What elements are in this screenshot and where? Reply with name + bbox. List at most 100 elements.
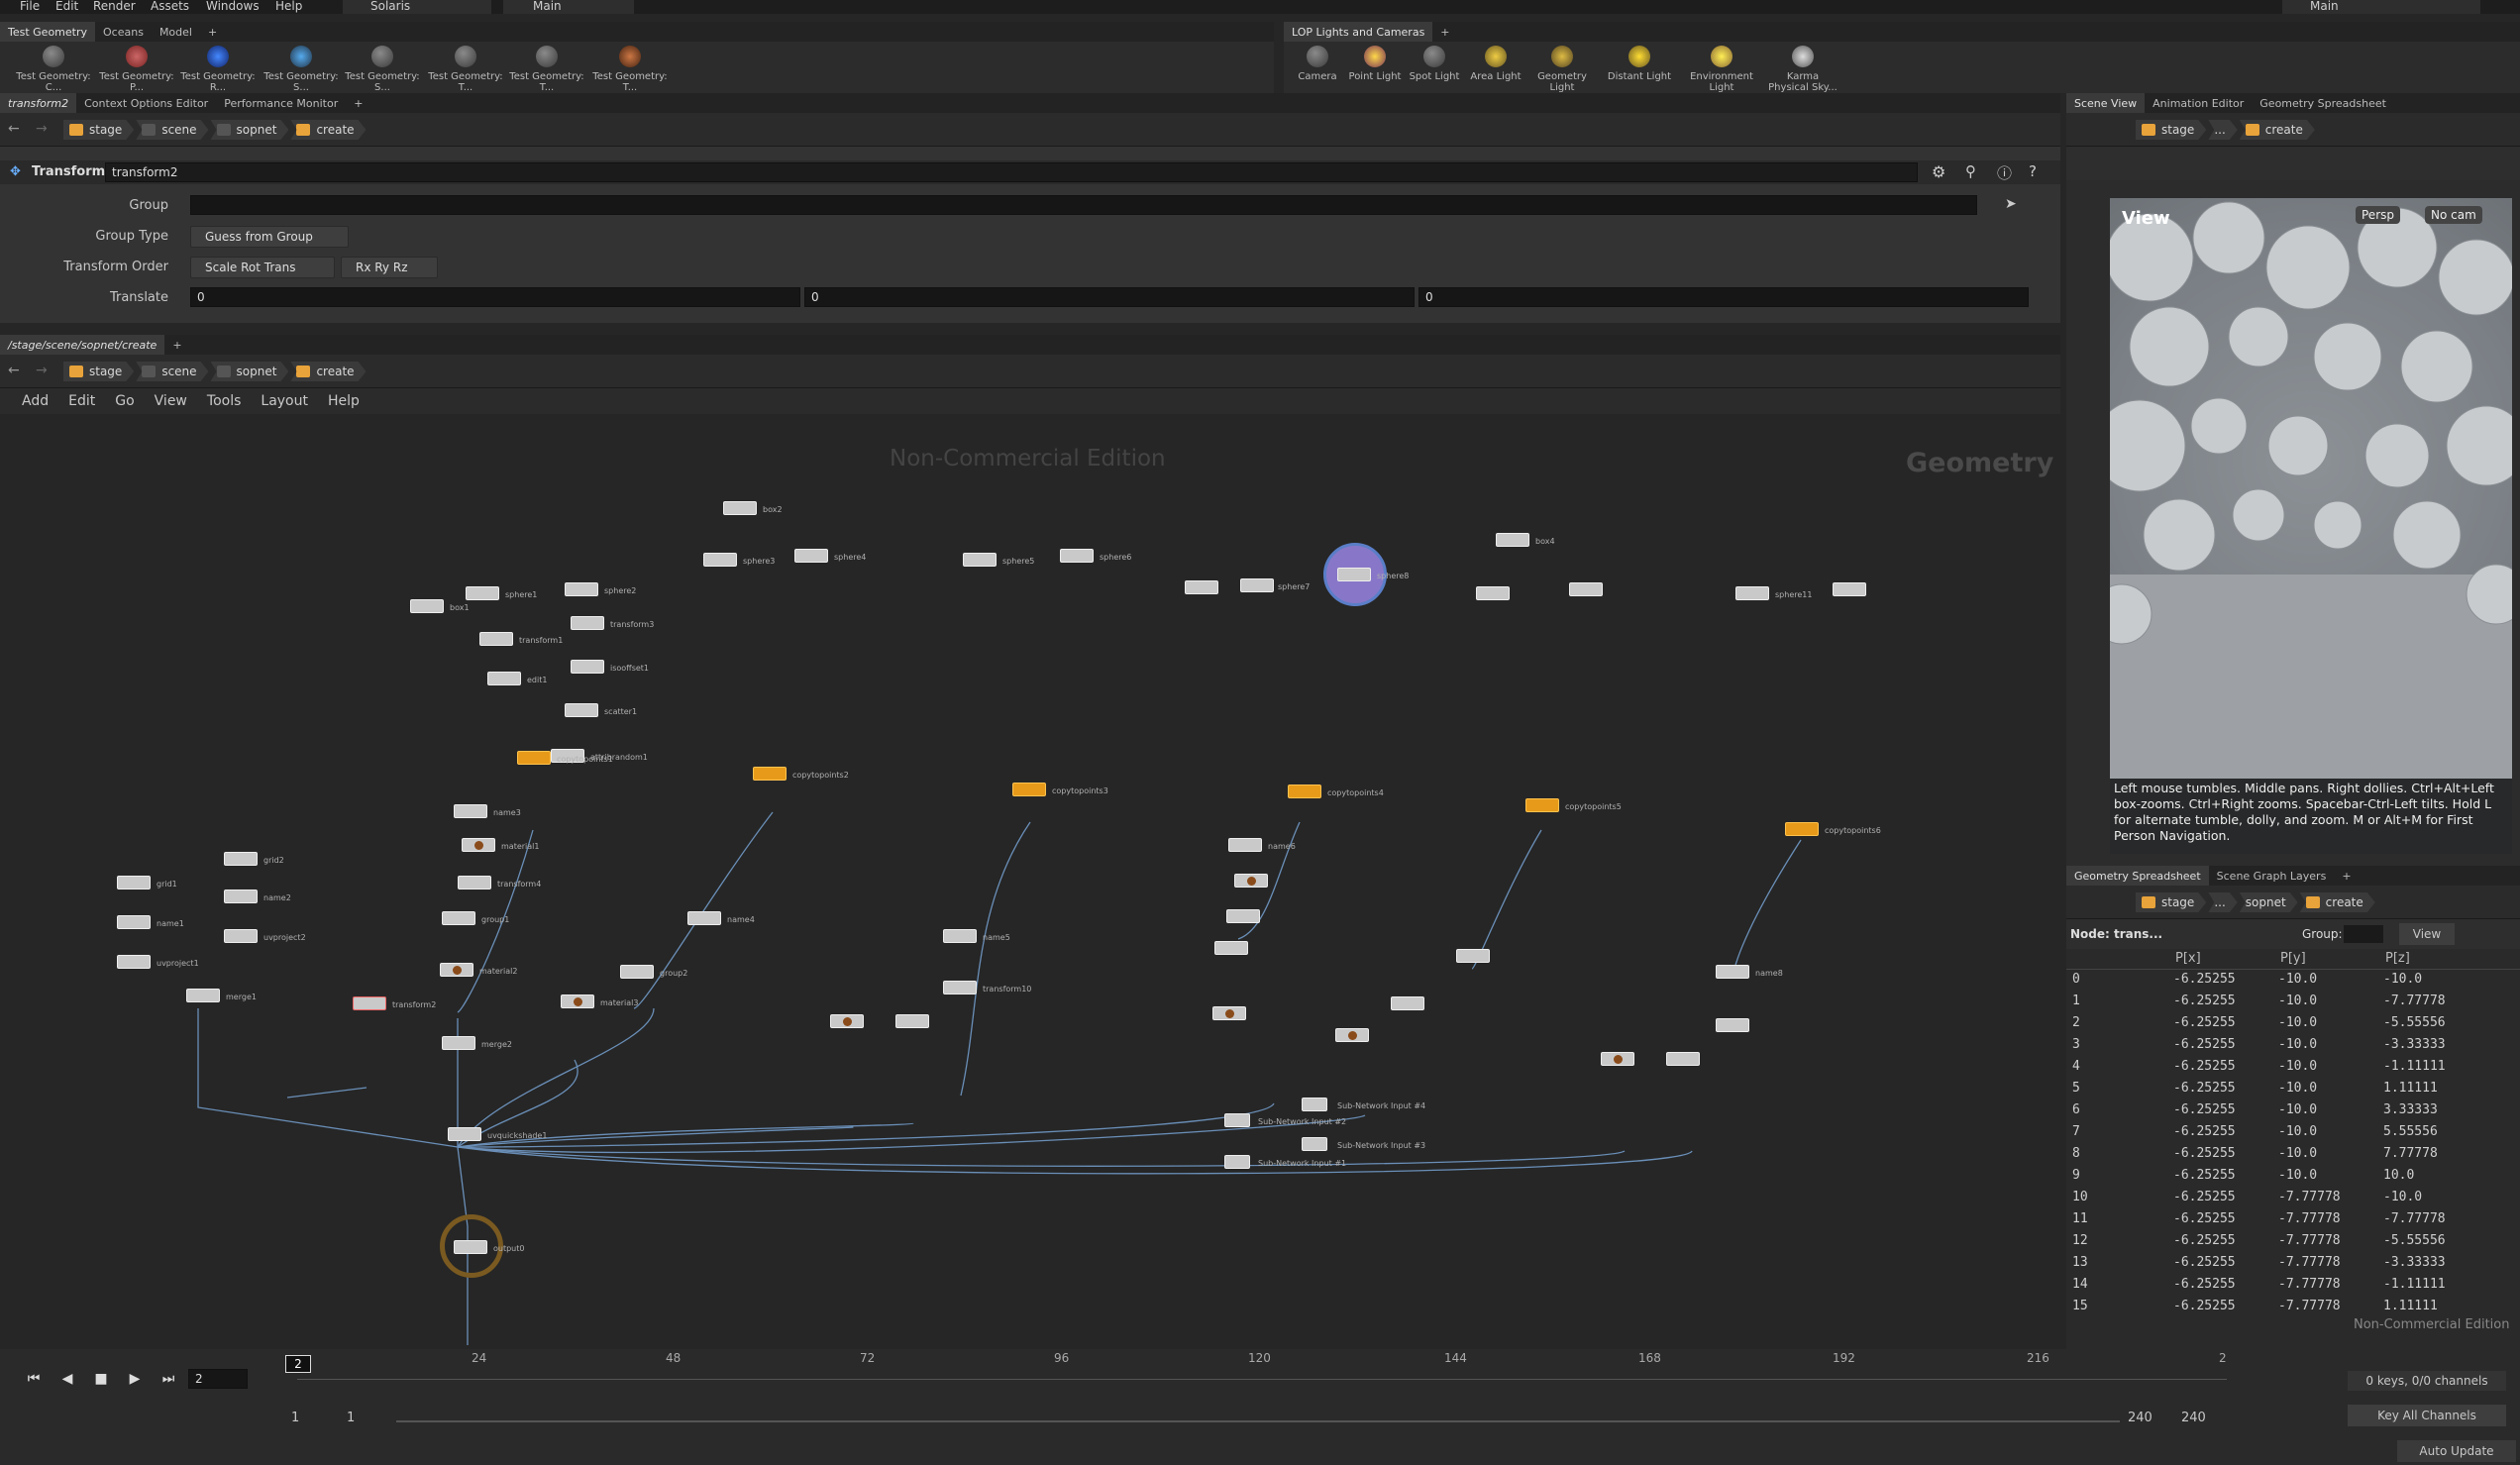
table-row[interactable]: 0 -6.25255 -10.0 -10.0 (2068, 969, 2518, 991)
range-slider[interactable] (396, 1420, 2120, 1422)
node-material4[interactable] (830, 1014, 864, 1028)
group-type-menu[interactable]: Guess from Group (190, 226, 349, 248)
net-menu-view[interactable]: View (155, 393, 187, 409)
rotation-order-menu[interactable]: Rx Ry Rz (341, 257, 438, 278)
add-tab-icon[interactable]: + (2334, 866, 2359, 886)
node-material8[interactable] (1601, 1052, 1634, 1066)
node-sphere9[interactable] (1476, 586, 1510, 600)
crumb-stage[interactable]: stage (2136, 892, 2206, 912)
node-material3[interactable] (561, 994, 594, 1008)
camera-menu[interactable]: No cam (2425, 206, 2482, 224)
node-copytopoints5[interactable] (1525, 798, 1559, 812)
node-scatter1[interactable] (565, 703, 598, 717)
shelf-tool-tommy[interactable]: Test Geometry: T... (509, 46, 584, 93)
tab-network-path[interactable]: /stage/scene/sopnet/create (0, 335, 165, 355)
gear-icon[interactable]: ⚙ (1932, 162, 1945, 181)
node-sphere12[interactable] (1833, 582, 1866, 596)
net-menu-go[interactable]: Go (115, 393, 134, 409)
tab-performance-monitor[interactable]: Performance Monitor (216, 93, 346, 113)
tab-scene-graph-layers[interactable]: Scene Graph Layers (2209, 866, 2335, 886)
shelf-tab-test-geometry[interactable]: Test Geometry (0, 22, 96, 42)
back-arrow-icon[interactable]: ← (8, 121, 20, 137)
node-group4[interactable] (1214, 941, 1248, 955)
table-row[interactable]: 2 -6.25255 -10.0 -5.55556 (2068, 1012, 2518, 1034)
crumb-scene[interactable]: scene (136, 120, 208, 140)
forward-arrow-icon[interactable]: → (36, 363, 48, 378)
menu-render[interactable]: Render (93, 0, 136, 12)
node-copytopoints4[interactable] (1288, 785, 1321, 798)
crumb-ellipsis[interactable]: ... (2208, 892, 2237, 912)
desktop-select[interactable]: Solaris (343, 0, 491, 14)
node-edit1[interactable] (487, 672, 521, 685)
node-copytopoints3[interactable] (1012, 783, 1046, 796)
node-transform13[interactable] (1226, 909, 1260, 923)
node-group3[interactable] (895, 1014, 929, 1028)
tab-geometry-spreadsheet[interactable]: Geometry Spreadsheet (2252, 93, 2394, 113)
add-tab-icon[interactable]: + (346, 93, 370, 113)
menu-file[interactable]: File (20, 0, 40, 12)
shelf-tool-squab[interactable]: Test Geometry: S... (345, 46, 420, 93)
node-material2[interactable] (440, 963, 473, 977)
range-end-2[interactable]: 240 (2181, 1411, 2206, 1425)
shelf-tab-model[interactable]: Model (152, 22, 200, 42)
table-row[interactable]: 1 -6.25255 -10.0 -7.77778 (2068, 991, 2518, 1012)
node-name-field[interactable]: transform2 (105, 162, 1918, 182)
table-row[interactable]: 14 -6.25255 -7.77778 -1.11111 (2068, 1274, 2518, 1296)
key-all-channels-button[interactable]: Key All Channels (2348, 1405, 2506, 1426)
crumb-sopnet[interactable]: sopnet (211, 362, 289, 381)
node-transform4[interactable] (458, 876, 491, 889)
tab-transform2[interactable]: transform2 (0, 93, 77, 113)
stop-icon[interactable]: ■ (89, 1369, 113, 1389)
node-name4[interactable] (687, 911, 721, 925)
play-icon[interactable]: ▶ (123, 1369, 147, 1389)
shelf-tab-lights-cameras[interactable]: LOP Lights and Cameras (1284, 22, 1433, 42)
node-sphere5[interactable] (963, 553, 997, 567)
node-sphere10[interactable] (1569, 582, 1603, 596)
node-sphere11[interactable] (1735, 586, 1769, 600)
jump-end-icon[interactable]: ⏭ (157, 1369, 180, 1389)
table-row[interactable]: 15 -6.25255 -7.77778 1.11111 (2068, 1296, 2518, 1317)
add-shelf-tab-icon[interactable]: + (1432, 22, 1457, 42)
shelf-tab-oceans[interactable]: Oceans (95, 22, 152, 42)
shelf-tool-pig[interactable]: Test Geometry: P... (99, 46, 174, 93)
node-material5[interactable] (1234, 874, 1268, 888)
info-icon[interactable]: ⓘ (1997, 162, 2012, 183)
right-desktop-select[interactable]: Main (2282, 0, 2480, 14)
node-subnet-input-3[interactable] (1302, 1137, 1327, 1151)
back-arrow-icon[interactable]: ← (8, 363, 20, 378)
persp-menu[interactable]: Persp (2356, 206, 2400, 224)
tab-context-options[interactable]: Context Options Editor (76, 93, 216, 113)
shelf-tool-toy[interactable]: Test Geometry: T... (592, 46, 668, 93)
menu-assets[interactable]: Assets (151, 0, 189, 12)
net-menu-add[interactable]: Add (22, 393, 49, 409)
node-transform19[interactable] (1716, 1018, 1749, 1032)
node-merge2[interactable] (442, 1036, 475, 1050)
node-uvproject2[interactable] (224, 929, 258, 943)
crumb-stage[interactable]: stage (63, 362, 134, 381)
node-isooffset1[interactable] (571, 660, 604, 674)
tab-animation-editor[interactable]: Animation Editor (2145, 93, 2252, 113)
select-arrow-icon[interactable]: ➤ (2005, 196, 2017, 212)
table-row[interactable]: 3 -6.25255 -10.0 -3.33333 (2068, 1034, 2518, 1056)
menu-edit[interactable]: Edit (55, 0, 78, 12)
node-group2[interactable] (620, 965, 654, 979)
node-output0[interactable] (454, 1240, 487, 1254)
shelf-tool-character[interactable]: Test Geometry: C... (16, 46, 91, 93)
node-copytopoints6[interactable] (1785, 822, 1819, 836)
context-select[interactable]: Main (503, 0, 634, 14)
add-shelf-tab-icon[interactable]: + (200, 22, 225, 42)
net-menu-help[interactable]: Help (328, 393, 360, 409)
shelf-tool-spot-light[interactable]: Spot Light (1405, 46, 1464, 82)
crumb-ellipsis[interactable]: ... (2208, 120, 2237, 140)
shelf-tool-area-light[interactable]: Area Light (1466, 46, 1525, 82)
shelf-tool-rubber-toy[interactable]: Test Geometry: R... (180, 46, 256, 93)
node-copytopoints1[interactable] (517, 751, 551, 765)
search-icon[interactable]: ⚲ (1965, 162, 1976, 180)
node-sphere4[interactable] (794, 549, 828, 563)
crumb-create[interactable]: create (290, 362, 366, 381)
range-start-2[interactable]: 1 (347, 1411, 355, 1425)
table-row[interactable]: 10 -6.25255 -7.77778 -10.0 (2068, 1187, 2518, 1208)
node-sphere7[interactable] (1240, 578, 1274, 592)
node-box4[interactable] (1496, 533, 1529, 547)
tab-scene-view[interactable]: Scene View (2066, 93, 2146, 113)
